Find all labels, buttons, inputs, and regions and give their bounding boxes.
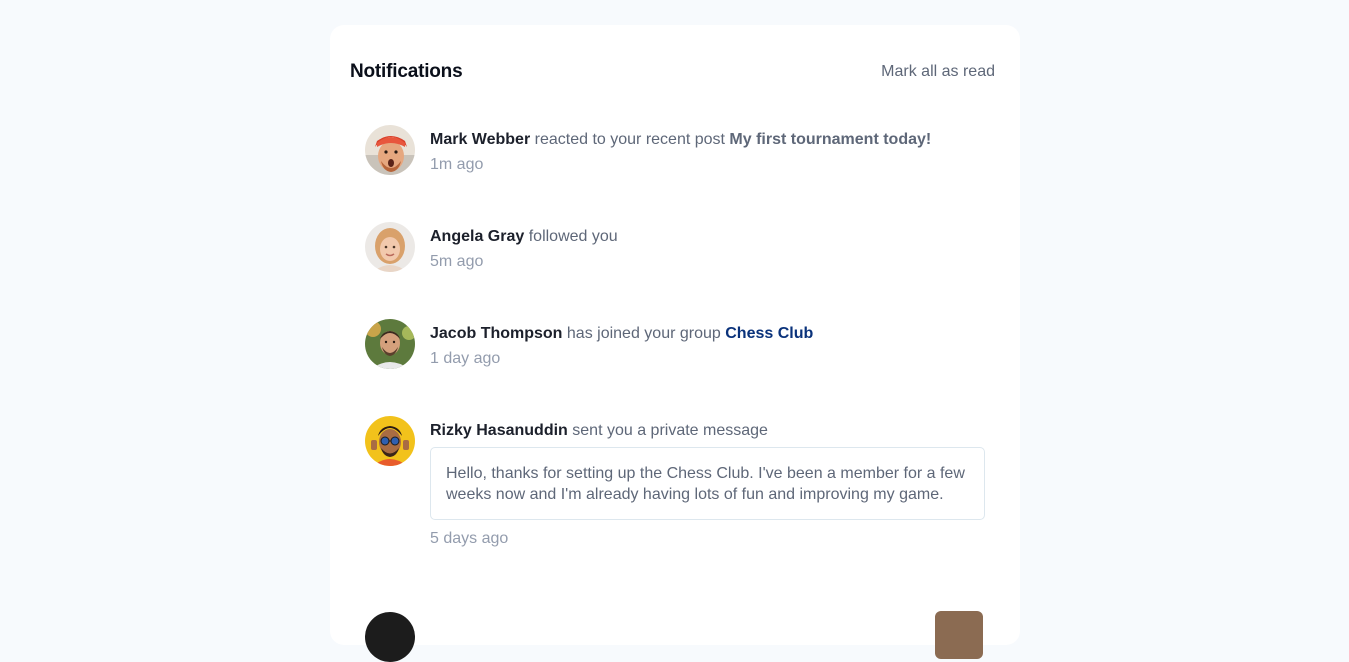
notification-time: 5 days ago [430, 530, 509, 547]
notifications-header: Notifications Mark all as read [350, 59, 995, 85]
user-name-link[interactable]: Rizky Hasanuddin [430, 422, 568, 439]
avatar-mark-webber[interactable] [365, 125, 415, 175]
post-link[interactable]: My first tournament today! [729, 131, 931, 148]
user-name-link[interactable]: Angela Gray [430, 228, 524, 245]
user-name-link[interactable]: Mark Webber [430, 131, 530, 148]
notifications-card: Notifications Mark all as read Mark Webb… [330, 25, 1020, 662]
notification-content: Angela Gray followed you 5m ago [430, 226, 985, 272]
notification-action: reacted to your recent post [534, 131, 725, 148]
notification-time: 1m ago [430, 156, 484, 173]
avatar-rizky-hasanuddin[interactable] [365, 416, 415, 466]
mark-all-as-read-button[interactable]: Mark all as read [881, 63, 995, 81]
notification-action: followed you [528, 228, 618, 245]
notification-text: Jacob Thompson has joined your group Che… [430, 323, 985, 345]
notification-time: 1 day ago [430, 350, 501, 367]
page-title: Notifications [350, 61, 463, 82]
private-message[interactable]: Hello, thanks for setting up the Chess C… [430, 447, 985, 520]
avatar-jacob-thompson[interactable] [365, 319, 415, 369]
next-notification-thumbnail[interactable] [935, 611, 983, 659]
notification-action: has joined your group [566, 325, 721, 342]
notification-time: 5m ago [430, 253, 484, 270]
notification-action: sent you a private message [572, 422, 768, 439]
notification-text: Rizky Hasanuddin sent you a private mess… [430, 420, 985, 442]
notification-content: Mark Webber reacted to your recent post … [430, 129, 985, 175]
group-link[interactable]: Chess Club [725, 325, 813, 342]
avatar-angela-gray[interactable] [365, 222, 415, 272]
notification-text: Mark Webber reacted to your recent post … [430, 129, 985, 151]
notification-content: Jacob Thompson has joined your group Che… [430, 323, 985, 369]
user-name-link[interactable]: Jacob Thompson [430, 325, 562, 342]
notification-content: Rizky Hasanuddin sent you a private mess… [430, 420, 985, 549]
notification-text: Angela Gray followed you [430, 226, 985, 248]
next-notification-avatar[interactable] [365, 612, 415, 662]
